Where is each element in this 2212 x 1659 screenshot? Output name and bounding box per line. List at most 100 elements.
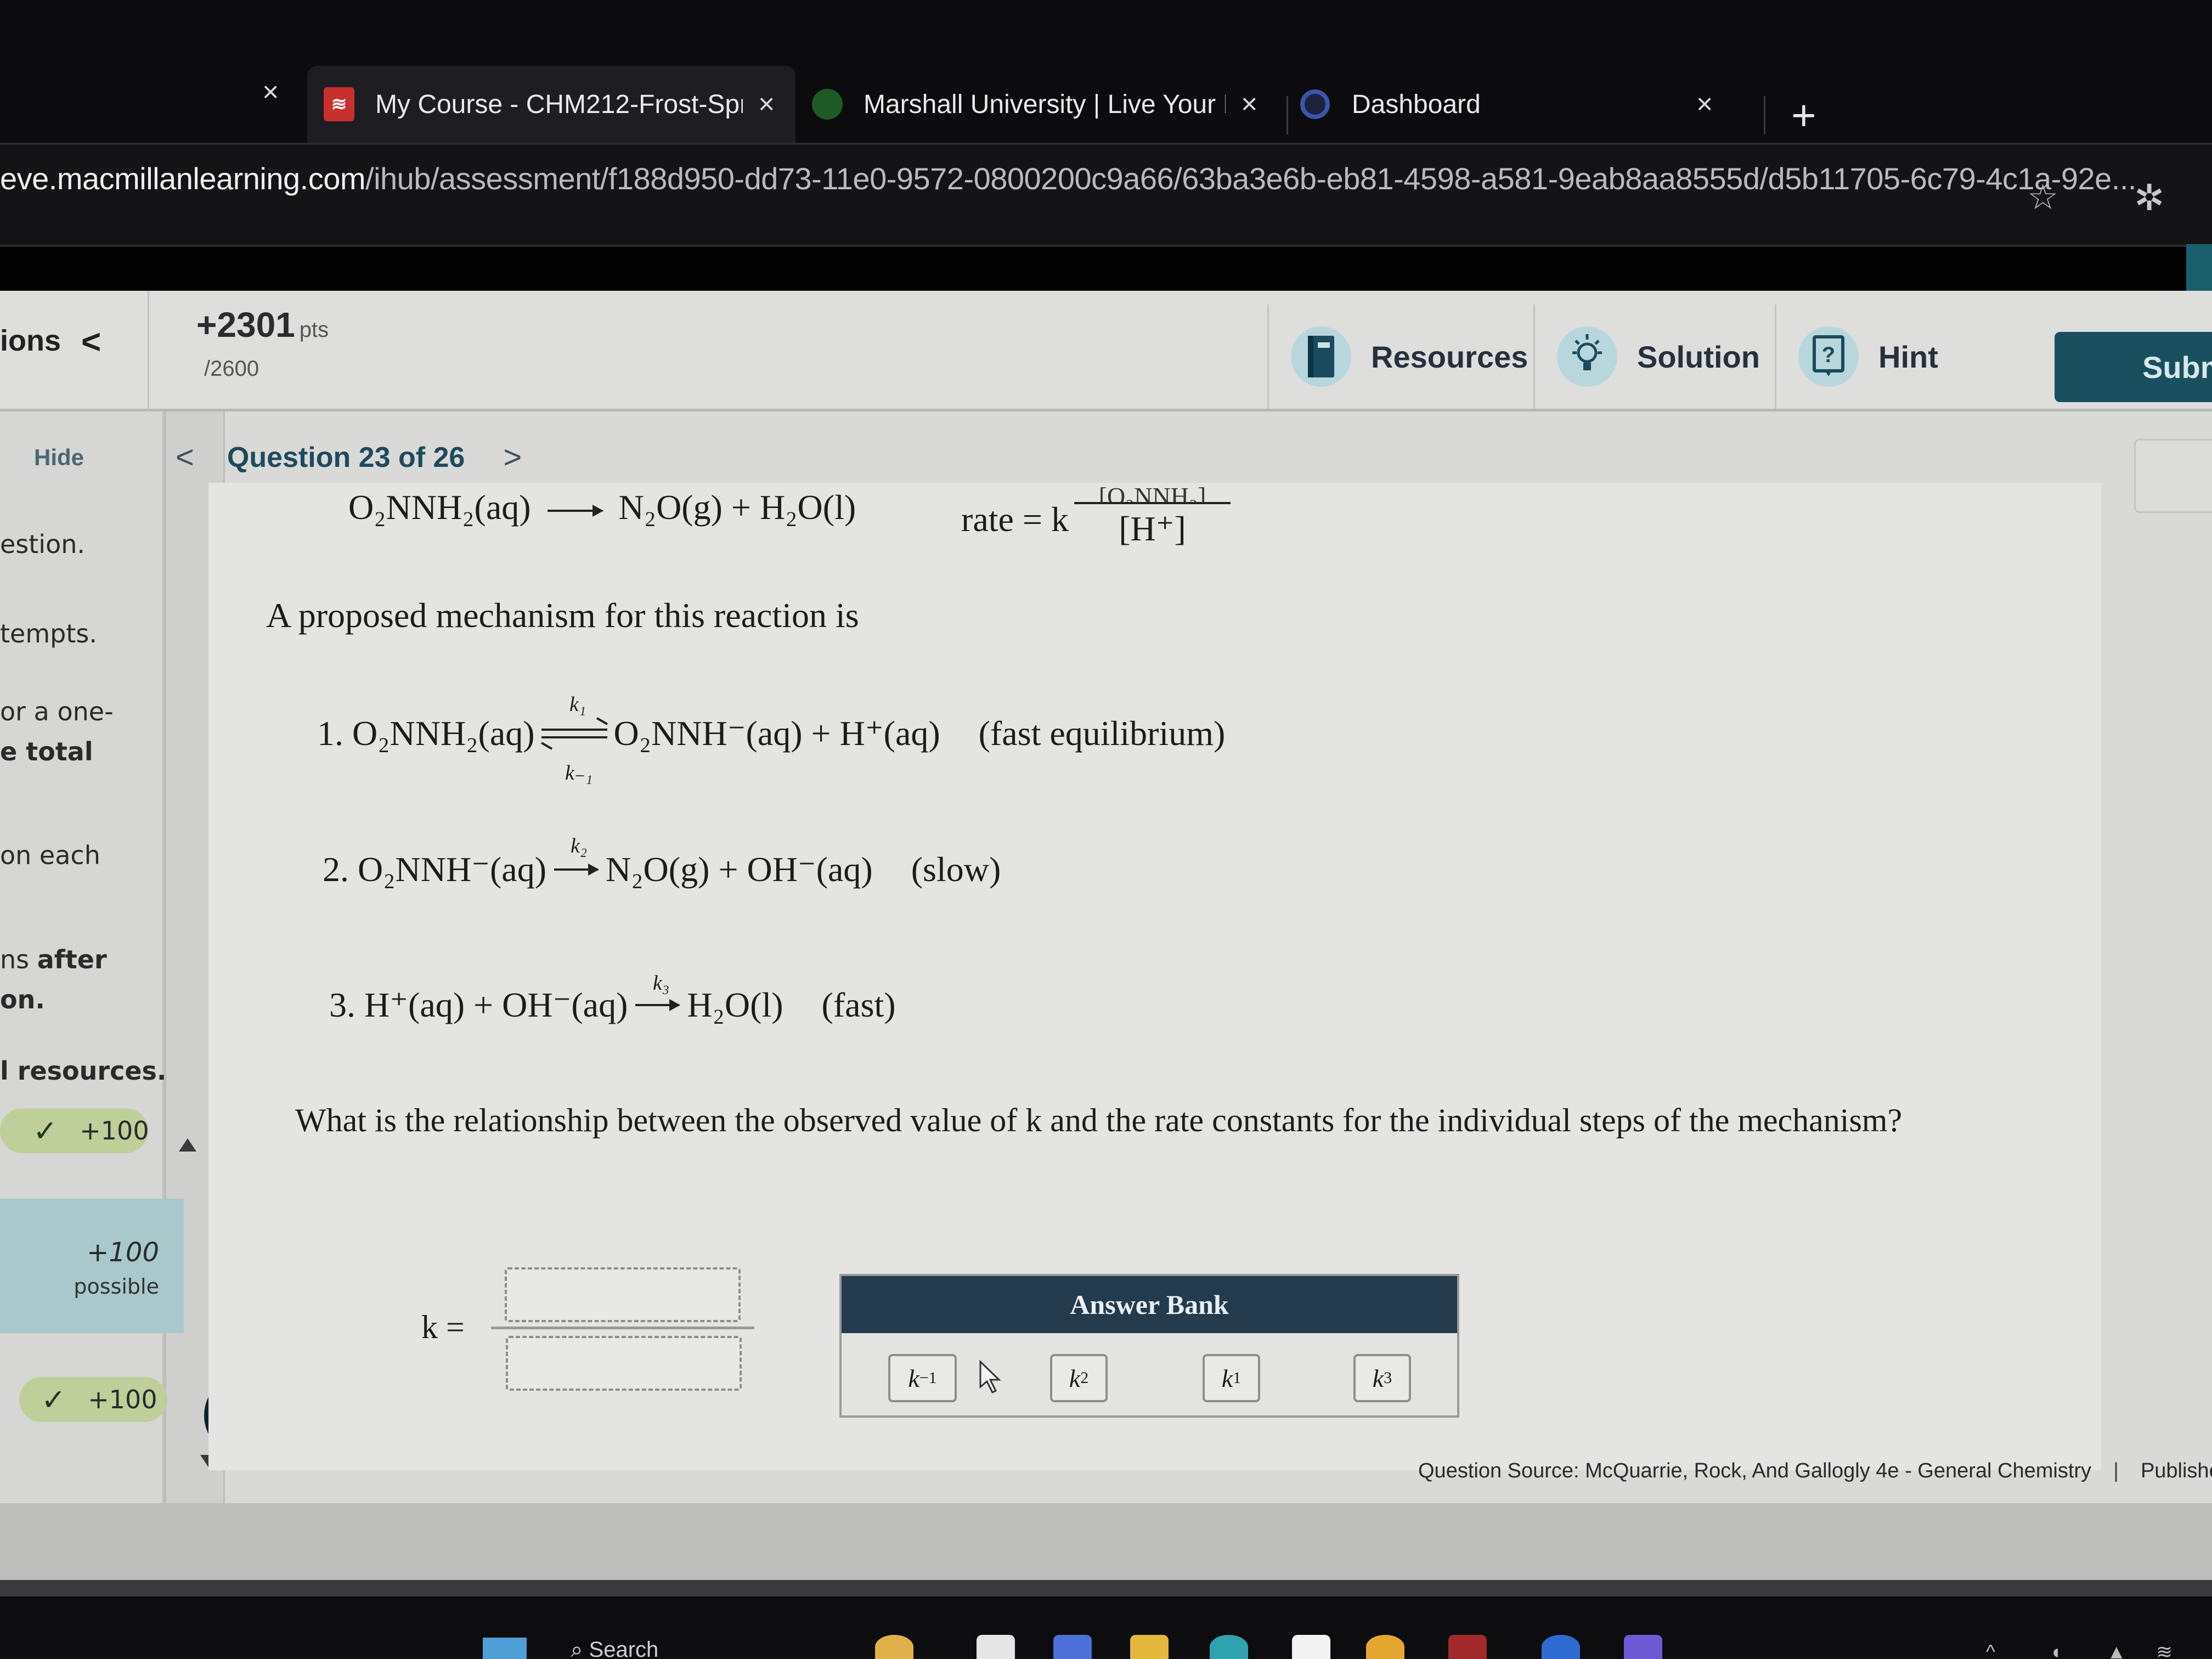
store-icon[interactable]: [1292, 1635, 1330, 1659]
answer-chip-k2[interactable]: k2: [1050, 1354, 1108, 1402]
instruction-line: l resources.: [0, 1056, 167, 1086]
tray-app-icon[interactable]: ◐: [2052, 1640, 2064, 1659]
url-path: /ihub/assessment/f188d950-dd73-11e0-9572…: [365, 161, 2136, 196]
question-status-correct[interactable]: ✓ +100: [0, 1108, 149, 1153]
tab-title: Marshall University | Live Your Ma: [864, 89, 1226, 119]
lightbulb-icon: [1557, 326, 1617, 387]
collapse-sidebar-chevron-icon[interactable]: <: [81, 323, 101, 362]
score-display: +2301 pts: [196, 304, 329, 345]
numerator-drop-target[interactable]: [505, 1267, 741, 1322]
possible-label: possible: [74, 1274, 159, 1299]
question-points: +100: [87, 1237, 159, 1268]
instruction-line: tempts.: [0, 619, 97, 648]
checkmark-icon: ✓: [33, 1113, 58, 1148]
windows-start-icon[interactable]: [483, 1638, 527, 1659]
current-question-possible[interactable]: +100 possible: [0, 1199, 184, 1333]
book-icon: [1291, 326, 1351, 387]
mail-icon[interactable]: [1448, 1635, 1487, 1659]
mechanism-step-2: 2. O₂NNH⁻(aq) N₂O(g) + OH⁻(aq) (slow): [323, 850, 1001, 889]
hint-button[interactable]: ? Hint: [1775, 304, 2005, 409]
instruction-line: e total: [0, 737, 93, 766]
mechanism-intro: A proposed mechanism for this reaction i…: [266, 596, 859, 635]
tab-separator: [1286, 96, 1288, 134]
question-source: Question Source: McQuarrie, Rock, And Ga…: [1418, 1459, 2212, 1482]
denominator-drop-target[interactable]: [506, 1336, 742, 1391]
tab-separator: [1764, 96, 1765, 134]
wifi-icon[interactable]: ≋: [2156, 1640, 2172, 1659]
bookmark-star-icon[interactable]: ☆: [2027, 177, 2058, 218]
os-taskbar: [0, 1596, 2212, 1659]
fraction-bar: [491, 1327, 754, 1329]
k-equals-label: k =: [421, 1309, 465, 1345]
answer-chip-k3[interactable]: k3: [1353, 1354, 1411, 1402]
tray-chevron-icon[interactable]: ^: [1986, 1640, 1995, 1659]
scroll-up-arrow-icon[interactable]: [179, 1138, 196, 1152]
question-points: +100: [88, 1385, 157, 1414]
side-tool-box: [2134, 439, 2212, 513]
equilibrium-arrow-icon: [540, 717, 608, 750]
taskbar-app-icon[interactable]: [977, 1635, 1015, 1659]
instruction-line: estion.: [0, 529, 86, 559]
resources-label: Resources: [1371, 339, 1528, 374]
close-tab-icon[interactable]: ×: [262, 76, 279, 109]
resources-button[interactable]: Resources: [1267, 304, 1531, 409]
close-tab-icon[interactable]: ×: [1241, 88, 1257, 121]
tab-dashboard[interactable]: Dashboard ×: [1300, 66, 1756, 143]
rate-law-fraction: [O₂NNH₂] [H⁺]: [1074, 486, 1231, 554]
question-points: +100: [80, 1116, 149, 1146]
instruction-line: on.: [0, 985, 45, 1014]
answer-bank: Answer Bank k −1 k2 k1 k3: [839, 1274, 1459, 1418]
extensions-puzzle-icon[interactable]: ✲: [2134, 177, 2164, 219]
tab-marshall-university[interactable]: Marshall University | Live Your Ma ×: [812, 66, 1284, 143]
score-value: +2301: [196, 305, 295, 345]
url-field[interactable]: eve.macmillanlearning.com/ihub/assessmen…: [0, 148, 2136, 208]
mechanism-step-3: 3. H⁺(aq) + OH⁻(aq) H₂O(l) (fast): [329, 985, 896, 1024]
tray-app-icon[interactable]: ▲: [2107, 1640, 2126, 1659]
tab-my-course[interactable]: ≋ My Course - CHM212-Frost-Sprin ×: [307, 66, 795, 143]
overall-reaction: O₂NNH₂(aq) N₂O(g) + H₂O(l): [348, 488, 856, 527]
close-tab-icon[interactable]: ×: [758, 88, 775, 121]
tab-title: Dashboard: [1352, 89, 1481, 119]
marshall-leaf-icon: [812, 89, 843, 120]
monitor-bezel: [0, 1580, 2212, 1596]
rate-constant-label: k₋₁: [565, 761, 593, 785]
close-tab-icon[interactable]: ×: [1696, 88, 1713, 121]
question-status-correct[interactable]: ✓ +100: [19, 1377, 167, 1422]
score-total: /2600: [204, 357, 259, 381]
taskbar-app-icon[interactable]: [875, 1635, 913, 1659]
answer-bank-title: Answer Bank: [842, 1276, 1457, 1333]
checkmark-icon: ✓: [41, 1382, 66, 1417]
rate-law: rate = k [O₂NNH₂] [H⁺]: [961, 486, 1231, 554]
question-prompt: What is the relationship between the obs…: [295, 1102, 1903, 1138]
mechanism-step-1: 1. O₂NNH₂(aq) O₂NNH⁻(aq) + H⁺(aq) (fast …: [317, 714, 1226, 753]
edge-browser-icon[interactable]: [1210, 1635, 1248, 1659]
previous-question-button[interactable]: <: [176, 439, 194, 476]
hide-instructions-link[interactable]: Hide: [34, 444, 84, 471]
answer-chip-k-minus-1[interactable]: k −1: [888, 1354, 957, 1402]
tab-title: My Course - CHM212-Frost-Sprin: [375, 89, 743, 119]
rate-constant-label: k₃: [653, 972, 670, 995]
question-navigation: < Question 23 of 26 >: [176, 439, 522, 476]
question-counter: Question 23 of 26: [227, 441, 465, 473]
taskbar-app-icon[interactable]: [1542, 1635, 1580, 1659]
next-question-button[interactable]: >: [503, 439, 522, 476]
taskbar-app-icon[interactable]: [1053, 1635, 1092, 1659]
new-tab-button[interactable]: +: [1791, 91, 1816, 140]
solution-label: Solution: [1637, 339, 1760, 374]
assignment-questions-label: ions: [0, 324, 61, 357]
file-explorer-icon[interactable]: [1130, 1635, 1169, 1659]
solution-button[interactable]: Solution: [1533, 304, 1775, 409]
url-host: eve.macmillanlearning.com: [0, 161, 366, 196]
answer-chip-k1[interactable]: k1: [1203, 1354, 1260, 1402]
chrome-icon[interactable]: [1366, 1635, 1404, 1659]
rate-constant-label: k₁: [569, 693, 586, 716]
instruction-line: or a one-: [0, 697, 114, 726]
mouse-pointer-icon: [979, 1359, 1001, 1394]
macmillan-logo-icon: ≋: [324, 87, 354, 121]
dashboard-power-icon: [1300, 89, 1330, 119]
taskbar-app-icon[interactable]: [1624, 1635, 1662, 1659]
taskbar-search[interactable]: ⌕ Search: [571, 1638, 658, 1659]
instruction-line: on each: [0, 840, 100, 870]
submit-button[interactable]: Subm: [2055, 332, 2212, 402]
score-unit: pts: [299, 318, 329, 342]
